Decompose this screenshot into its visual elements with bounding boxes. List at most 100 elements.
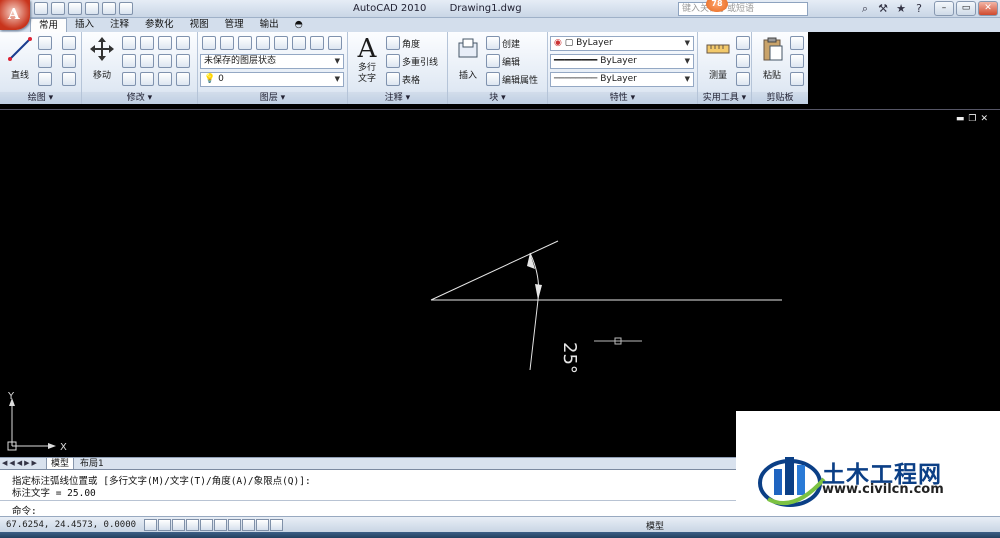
join-icon[interactable] — [176, 72, 190, 86]
layer-off-icon[interactable] — [238, 36, 252, 50]
edit-block-button[interactable]: 编辑 — [502, 55, 520, 68]
grid-display-icon[interactable] — [158, 519, 171, 531]
array-icon[interactable] — [122, 72, 136, 86]
layer-select[interactable]: 💡 0 ▼ — [200, 72, 344, 87]
layers-panel-title[interactable]: 图层 ▾ — [198, 92, 347, 104]
tab-manage[interactable]: 管理 — [217, 18, 252, 32]
color-select[interactable]: ◉ ▢ ByLayer ▼ — [550, 36, 694, 51]
save-icon[interactable] — [68, 2, 82, 15]
calculator-icon[interactable] — [736, 54, 750, 68]
arc-icon[interactable] — [62, 36, 76, 50]
coordinate-readout[interactable]: 67.6254, 24.4573, 0.0000 — [6, 520, 136, 530]
id-point-icon[interactable] — [736, 72, 750, 86]
quick-select-icon[interactable] — [736, 36, 750, 50]
circle-icon[interactable] — [38, 54, 52, 68]
star-icon[interactable]: ★ — [894, 2, 908, 15]
copy-clip-icon[interactable] — [790, 54, 804, 68]
application-menu-button[interactable]: A — [0, 0, 30, 30]
help-icon[interactable]: ? — [912, 2, 926, 15]
rectangle-icon[interactable] — [62, 54, 76, 68]
maximize-button[interactable]: ▭ — [956, 1, 976, 16]
cut-icon[interactable] — [790, 36, 804, 50]
model-space-button[interactable]: 模型 — [646, 519, 664, 532]
snap-mode-icon[interactable] — [144, 519, 157, 531]
draw-panel-title[interactable]: 绘图 ▾ — [0, 92, 81, 104]
line-button[interactable]: 直线 — [2, 35, 38, 81]
tab-view[interactable]: 视图 — [182, 18, 217, 32]
redo-icon[interactable] — [102, 2, 116, 15]
color-wheel-icon: ◉ — [554, 38, 562, 48]
layer-state-select[interactable]: 未保存的图层状态 ▼ — [200, 54, 344, 69]
erase-icon[interactable] — [176, 36, 190, 50]
plot-icon[interactable] — [119, 2, 133, 15]
angle-button[interactable]: 角度 — [402, 37, 420, 50]
fillet-icon[interactable] — [140, 54, 154, 68]
match-properties-icon[interactable] — [790, 72, 804, 86]
tab-nav-arrows-icon[interactable]: ◀◀◀▶▶ — [2, 459, 39, 467]
undo-icon[interactable] — [85, 2, 99, 15]
layer-isolate-icon[interactable] — [220, 36, 234, 50]
ribbon-toggle-icon[interactable]: ◓ — [287, 18, 311, 32]
offset-icon[interactable] — [140, 72, 154, 86]
tab-home[interactable]: 常用 — [30, 18, 68, 32]
layer-previous-icon[interactable] — [292, 36, 306, 50]
clipboard-panel-title: 剪贴板 — [752, 92, 808, 104]
command-prompt[interactable]: 命令: — [12, 503, 37, 517]
tab-insert[interactable]: 插入 — [67, 18, 102, 32]
dynamic-input-icon[interactable] — [242, 519, 255, 531]
layer-match-icon[interactable] — [274, 36, 288, 50]
modify-panel-title[interactable]: 修改 ▾ — [82, 92, 197, 104]
vp-restore-icon[interactable]: ❐ — [968, 114, 980, 124]
explode-icon[interactable] — [158, 72, 172, 86]
drawing-canvas[interactable]: 25° Y X — [0, 109, 1000, 457]
ellipse-icon[interactable] — [38, 72, 52, 86]
polar-tracking-icon[interactable] — [186, 519, 199, 531]
layer-unlock-icon[interactable] — [328, 36, 342, 50]
rotate-icon[interactable] — [140, 36, 154, 50]
open-icon[interactable] — [51, 2, 65, 15]
annotation-panel-title[interactable]: 注释 ▾ — [348, 92, 447, 104]
object-snap-icon[interactable] — [200, 519, 213, 531]
insert-button[interactable]: 插入 — [450, 35, 486, 81]
tools-icon[interactable]: ⚒ — [876, 2, 890, 15]
close-button[interactable]: ✕ — [978, 1, 998, 16]
dynamic-ucs-icon[interactable] — [228, 519, 241, 531]
mtext-button[interactable]: A 多行 文字 — [350, 35, 384, 85]
measure-button[interactable]: 测量 — [700, 35, 736, 81]
vp-minimize-icon[interactable]: ▬ — [956, 114, 969, 124]
paste-button[interactable]: 粘贴 — [754, 35, 790, 81]
search-input[interactable]: 键入关键字或短语 — [678, 2, 808, 16]
lineweight-icon[interactable] — [256, 519, 269, 531]
move-button[interactable]: 移动 — [84, 35, 120, 81]
ortho-mode-icon[interactable] — [172, 519, 185, 531]
layer-freeze-icon[interactable] — [256, 36, 270, 50]
tab-parametric[interactable]: 参数化 — [137, 18, 182, 32]
copy-icon[interactable] — [122, 36, 136, 50]
table-button[interactable]: 表格 — [402, 73, 420, 86]
block-panel-title[interactable]: 块 ▾ — [448, 92, 547, 104]
mleader-button[interactable]: 多重引线 — [402, 55, 438, 68]
dimension-text[interactable]: 25° — [559, 342, 580, 374]
minimize-button[interactable]: – — [934, 1, 954, 16]
quick-properties-icon[interactable] — [270, 519, 283, 531]
tab-output[interactable]: 输出 — [252, 18, 287, 32]
trim-icon[interactable] — [158, 36, 172, 50]
linetype-select[interactable]: ━━━━━━━━ ByLayer ▼ — [550, 54, 694, 69]
utilities-panel-title[interactable]: 实用工具 ▾ — [698, 92, 751, 104]
edit-attributes-button[interactable]: 编辑属性 — [502, 73, 538, 86]
layer-lock-icon[interactable] — [310, 36, 324, 50]
vp-close-icon[interactable]: ✕ — [980, 114, 992, 124]
layer-properties-icon[interactable] — [202, 36, 216, 50]
properties-panel-title[interactable]: 特性 ▾ — [548, 92, 697, 104]
polyline-icon[interactable] — [38, 36, 52, 50]
object-snap-tracking-icon[interactable] — [214, 519, 227, 531]
create-block-button[interactable]: 创建 — [502, 37, 520, 50]
stretch-icon[interactable] — [158, 54, 172, 68]
scale-icon[interactable] — [176, 54, 190, 68]
binoculars-icon[interactable]: ⌕ — [858, 2, 872, 15]
mirror-icon[interactable] — [122, 54, 136, 68]
tab-annotate[interactable]: 注释 — [102, 18, 137, 32]
hatch-icon[interactable] — [62, 72, 76, 86]
new-icon[interactable] — [34, 2, 48, 15]
lineweight-select[interactable]: ──────── ByLayer ▼ — [550, 72, 694, 87]
